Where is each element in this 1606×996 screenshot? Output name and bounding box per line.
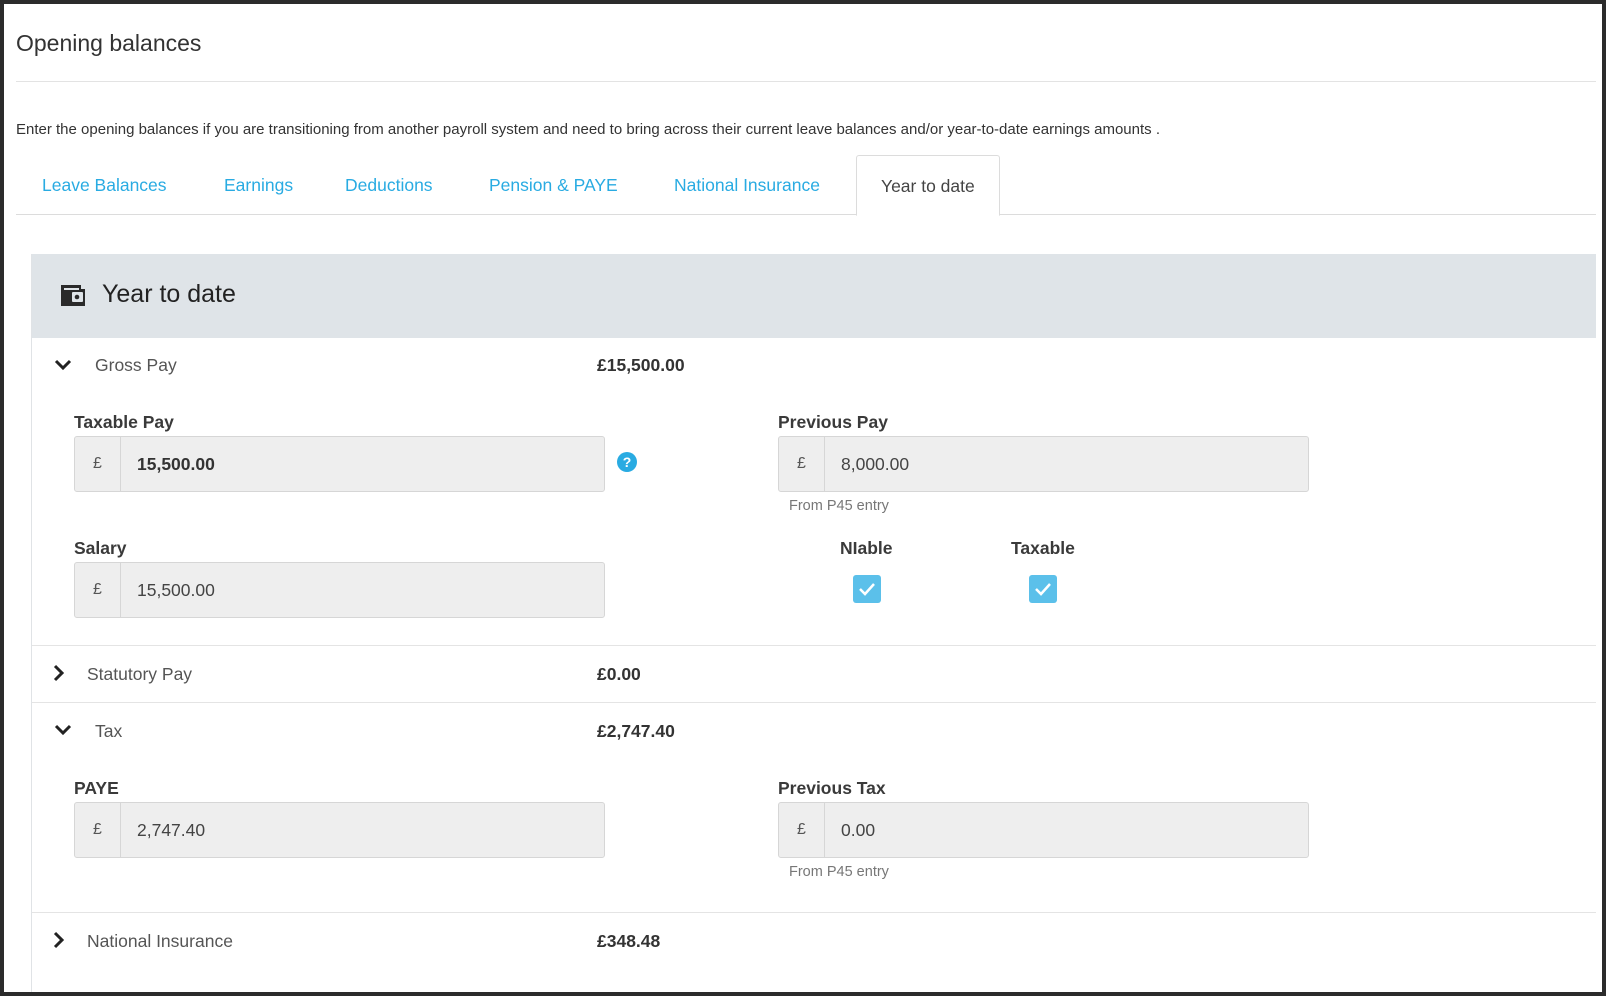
previous-pay-field[interactable]: £ 8,000.00 [778, 436, 1309, 492]
paye-field[interactable]: £ 2,747.40 [74, 802, 605, 858]
chevron-right-icon[interactable] [50, 931, 68, 949]
title-divider [16, 81, 1596, 82]
niable-checkbox[interactable] [853, 575, 881, 603]
previous-pay-label: Previous Pay [778, 412, 888, 432]
tax-label: Tax [95, 721, 123, 741]
check-icon [1035, 583, 1051, 596]
previous-tax-field[interactable]: £ 0.00 [778, 802, 1309, 858]
currency-prefix: £ [75, 803, 121, 857]
currency-prefix: £ [779, 437, 825, 491]
chevron-down-icon[interactable] [54, 721, 72, 739]
tab-bar: Leave Balances Earnings Deductions Pensi… [16, 155, 1596, 216]
tab-earnings[interactable]: Earnings [200, 155, 317, 215]
gross-pay-amount: £15,500.00 [597, 355, 685, 375]
taxable-checkbox[interactable] [1029, 575, 1057, 603]
help-icon[interactable]: ? [617, 452, 637, 472]
paye-label: PAYE [74, 778, 119, 798]
statutory-pay-label: Statutory Pay [87, 664, 193, 684]
niable-label: NIable [840, 538, 893, 558]
previous-tax-helper: From P45 entry [789, 864, 889, 880]
taxable-label: Taxable [1011, 538, 1075, 558]
statutory-pay-amount: £0.00 [597, 664, 641, 684]
taxable-pay-value[interactable]: 15,500.00 [121, 437, 604, 491]
national-insurance-amount: £348.48 [597, 931, 661, 951]
tab-deductions[interactable]: Deductions [321, 155, 457, 215]
tax-amount: £2,747.40 [597, 721, 675, 741]
salary-field[interactable]: £ 15,500.00 [74, 562, 605, 618]
previous-pay-value[interactable]: 8,000.00 [825, 437, 1308, 491]
check-icon [859, 583, 875, 596]
salary-value[interactable]: 15,500.00 [121, 563, 604, 617]
intro-text: Enter the opening balances if you are tr… [16, 121, 1160, 138]
statutory-pay-row[interactable]: Statutory Pay £0.00 [32, 646, 1596, 702]
panel-title: Year to date [102, 280, 236, 308]
gross-pay-row[interactable]: Gross Pay £15,500.00 [32, 338, 1596, 394]
previous-pay-helper: From P45 entry [789, 498, 889, 514]
national-insurance-label: National Insurance [87, 931, 233, 951]
previous-tax-label: Previous Tax [778, 778, 886, 798]
wallet-icon [61, 285, 85, 306]
tab-leave-balances[interactable]: Leave Balances [18, 155, 191, 215]
currency-prefix: £ [75, 437, 121, 491]
salary-label: Salary [74, 538, 127, 558]
taxable-pay-label: Taxable Pay [74, 412, 174, 432]
tax-row[interactable]: Tax £2,747.40 [32, 703, 1596, 759]
tab-year-to-date[interactable]: Year to date [856, 155, 1000, 216]
paye-value[interactable]: 2,747.40 [121, 803, 604, 857]
panel-header: Year to date [32, 254, 1596, 338]
page-title: Opening balances [16, 30, 202, 56]
chevron-right-icon[interactable] [50, 664, 68, 682]
gross-pay-label: Gross Pay [95, 355, 177, 375]
year-to-date-panel: Year to date Gross Pay £15,500.00 Taxabl… [31, 254, 1596, 992]
currency-prefix: £ [75, 563, 121, 617]
previous-tax-value[interactable]: 0.00 [825, 803, 1308, 857]
tab-national-insurance[interactable]: National Insurance [650, 155, 844, 215]
national-insurance-row[interactable]: National Insurance £348.48 [32, 913, 1596, 969]
chevron-down-icon[interactable] [54, 356, 72, 374]
app-frame: Opening balances Enter the opening balan… [0, 0, 1606, 996]
taxable-pay-field[interactable]: £ 15,500.00 [74, 436, 605, 492]
currency-prefix: £ [779, 803, 825, 857]
tab-pension-paye[interactable]: Pension & PAYE [465, 155, 642, 215]
